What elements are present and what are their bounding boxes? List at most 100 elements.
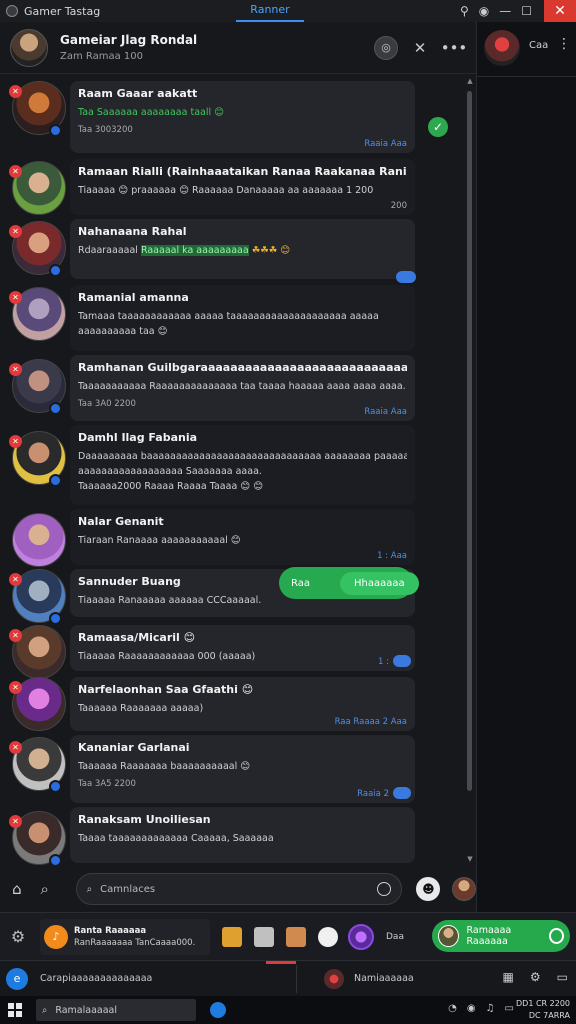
unread-badge: ✕ [9, 741, 22, 754]
message-preview: Daaaaaaaaa baaaaaaaaaaaaaaaaaaaaaaaaaaaa… [78, 451, 407, 462]
search-icon: ⌕ [86, 883, 93, 895]
close-chat-button[interactable]: ✕ [408, 36, 432, 60]
mic-icon[interactable] [377, 882, 392, 896]
list-item[interactable]: ✕ Ramaan Rialli (Rainhaaataikan Ranaa Ra… [0, 159, 466, 217]
windows-start-icon[interactable] [8, 1003, 22, 1017]
timestamp: Raa Raaaa 2 Aaa [334, 717, 407, 727]
avatar[interactable] [10, 28, 48, 67]
volume-icon[interactable]: ♫ [486, 1003, 495, 1014]
browser-icon[interactable]: e [6, 967, 28, 990]
contact-name: Damhl Ilag Fabania [78, 431, 198, 444]
close-window-button[interactable]: ✕ [544, 0, 576, 22]
list-item[interactable]: ✕ Kananiar Garlanai Taaaaaa Raaaaaaa baa… [0, 735, 466, 805]
avatar[interactable] [348, 923, 374, 950]
contact-name: Ramaan Rialli (Rainhaaataikan Ranaa Raak… [78, 165, 407, 178]
divider [477, 76, 576, 77]
contact-name: Kananiar Garlanai [78, 741, 190, 754]
timestamp: Raaia 2 [357, 789, 389, 799]
reply-pill-button[interactable]: Hhaaaaaa [339, 571, 419, 595]
app-icon[interactable] [222, 926, 242, 947]
message-preview-2: aaaaaaaaaa taa 😊 [78, 326, 168, 337]
message-preview-3: Taaaaaa2000 Raaaa Raaaa Taaaa 😊 😊 [78, 481, 264, 492]
os-clock[interactable]: DD1 CR 2200 DC 7ARRA [516, 998, 570, 1022]
scroll-down-icon[interactable]: ▼ [466, 855, 474, 865]
list-item[interactable]: Nalar Genanit Tiaraan Ranaaaa aaaaaaaaaa… [0, 509, 466, 567]
unread-badge: ✕ [9, 573, 22, 586]
message-meta: Taa 3003200 [78, 125, 133, 135]
chat-icon[interactable]: ▭ [557, 970, 568, 984]
calendar-icon[interactable]: ▦ [503, 970, 514, 984]
more-options-button[interactable]: ••• [441, 36, 468, 60]
avatar[interactable] [484, 30, 520, 66]
app-icon[interactable] [318, 926, 338, 947]
message-input[interactable]: ⌕ Camnlaces [75, 873, 403, 905]
message-bubble: Raam Gaaar aakatt Taa Saaaaaa aaaaaaaa t… [70, 81, 415, 153]
message-bubble: Ramaan Rialli (Rainhaaataikan Ranaa Raak… [70, 159, 415, 215]
status-badge [49, 854, 62, 865]
message-preview: Taaaa taaaaaaaaaaaaa Caaaaa, Saaaaaa [78, 833, 274, 844]
os-search-box[interactable]: ⌕ Ramalaaaaal [36, 999, 196, 1021]
conversation-list: ✕ Raam Gaaar aakatt Taa Saaaaaa aaaaaaaa… [0, 75, 466, 865]
call-button[interactable]: ◎ [374, 35, 398, 60]
message-preview: Tiaaaaa 😊 praaaaaa 😊 Raaaaaa Danaaaaa aa… [78, 185, 374, 196]
list-item[interactable]: ✕ Sannuder Buang Tiaaaaa Ranaaaaa aaaaaa… [0, 567, 466, 625]
settings-icon[interactable]: ⚙ [530, 970, 541, 984]
app-icon[interactable] [254, 926, 274, 947]
list-item[interactable]: ✕ Nahanaana Rahal Rdaaraaaaal Raaaaal ka… [0, 219, 466, 283]
timestamp: 1 : [378, 657, 389, 667]
status-badge [49, 780, 62, 793]
gear-icon[interactable]: ⚙ [4, 923, 32, 951]
pin-icon[interactable]: ⚲ [460, 4, 469, 18]
emoji-button[interactable]: ☻ [416, 877, 441, 901]
reply-pill[interactable]: Raa Hhaaaaaa [279, 567, 419, 599]
active-call-pill[interactable]: Ramaaaa Raaaaaa [432, 920, 570, 952]
attach-icon[interactable]: ⌕ [34, 878, 56, 900]
unread-badge: ✕ [9, 629, 22, 642]
list-item[interactable]: ✕ Ramhanan Guilbgaraaaaaaaaaaaaaaaaaaaaa… [0, 355, 466, 423]
list-item[interactable]: ✕ Raam Gaaar aakatt Taa Saaaaaa aaaaaaaa… [0, 75, 466, 157]
app-dock: ⚙ ♪ Ranta Raaaaaa RanRaaaaaaa TanCaaaa00… [0, 912, 576, 960]
now-playing-card[interactable]: ♪ Ranta Raaaaaa RanRaaaaaaa TanCaaaa000. [40, 918, 210, 955]
network-icon[interactable]: ◔ [448, 1003, 457, 1014]
message-preview: Taaaaaa Raaaaaaa aaaaa) [78, 703, 204, 714]
right-panel: Caa ⋮ [476, 22, 576, 912]
maximize-icon[interactable]: ☐ [521, 4, 532, 18]
battery-icon[interactable]: ▭ [505, 1003, 514, 1014]
list-item[interactable]: ✕ Ranaksam Unoiliesan Taaaa taaaaaaaaaaa… [0, 807, 466, 865]
music-icon: ♪ [44, 924, 68, 949]
status-badge [49, 612, 62, 625]
message-bubble: Sannuder Buang Tiaaaaa Ranaaaaa aaaaaa C… [70, 567, 419, 617]
titlebar-icons: ⚲ ◉ — ☐ [460, 0, 532, 22]
home-icon[interactable]: ⌂ [6, 878, 28, 900]
active-indicator [266, 961, 296, 964]
scroll-thumb[interactable] [467, 91, 472, 791]
browser-tab-label[interactable]: Carapiaaaaaaaaaaaaaa [40, 973, 280, 984]
close-icon: ✕ [413, 38, 427, 57]
avatar[interactable] [452, 877, 477, 901]
status-icon [548, 928, 564, 944]
app-icon[interactable] [286, 926, 306, 947]
more-icon[interactable]: ⋮ [557, 36, 571, 52]
os-taskbar: ⌕ Ramalaaaaal ◔ ◉ ♫ ▭ DD1 CR 2200 DC 7AR… [0, 996, 576, 1024]
list-item[interactable]: ✕ Ramaasa/Micaril 😊 Tiaaaaa Raaaaaaaaaaa… [0, 625, 466, 679]
status-badge [49, 402, 62, 415]
app-title-text: Gamer Tastag [24, 4, 101, 18]
pinned-app-icon[interactable] [210, 1002, 226, 1018]
contact-name: Ramaasa/Micaril 😊 [78, 631, 196, 644]
message-meta: Taa 3A0 2200 [78, 399, 136, 409]
globe-icon[interactable]: ◉ [479, 4, 489, 18]
list-item[interactable]: ✕ Ramanial amanna Tamaaa taaaaaaaaaaaa a… [0, 285, 466, 353]
minimize-icon[interactable]: — [499, 4, 511, 18]
message-bubble: Nahanaana Rahal Rdaaraaaaal Raaaaal ka a… [70, 219, 415, 279]
tab-ranner[interactable]: Ranner [236, 0, 304, 22]
status-badge [49, 474, 62, 487]
scrollbar[interactable]: ▲ ▼ [466, 75, 474, 865]
list-item[interactable]: ✕ Damhl Ilag Fabania Daaaaaaaaa baaaaaaa… [0, 425, 466, 507]
list-item[interactable]: ✕ Narfelaonhan Saa Gfaathi 😊 Taaaaaa Raa… [0, 677, 466, 733]
scroll-up-icon[interactable]: ▲ [466, 77, 474, 87]
window-titlebar: Gamer Tastag Ranner ⚲ ◉ — ☐ ✕ [0, 0, 576, 22]
avatar[interactable] [324, 968, 344, 989]
clock-date: DC 7ARRA [528, 1011, 570, 1020]
wifi-icon[interactable]: ◉ [467, 1003, 476, 1014]
secondary-tab-label[interactable]: Namiaaaaaa [354, 973, 414, 984]
